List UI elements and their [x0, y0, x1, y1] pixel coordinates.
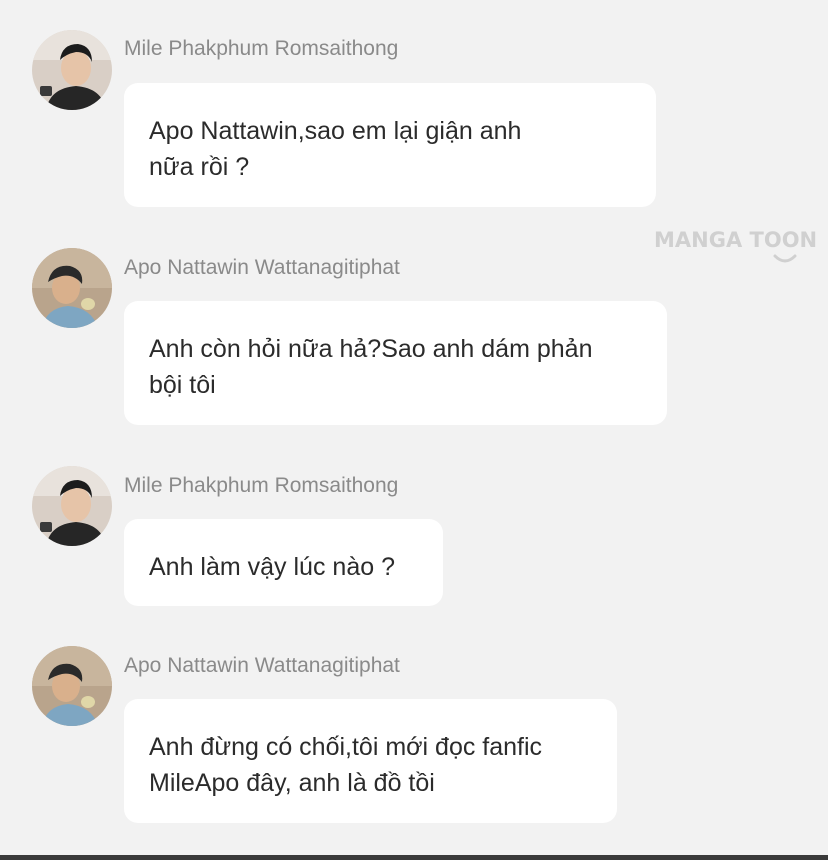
- message-bubble[interactable]: Anh còn hỏi nữa hả?Sao anh dám phản bội …: [124, 301, 667, 425]
- mangatoon-watermark: MANGA TOON: [654, 228, 818, 252]
- chat-thread: Mile Phakphum Romsaithong Apo Nattawin,s…: [0, 0, 828, 860]
- message-text-line: bội tôi: [149, 371, 216, 399]
- message-bubble[interactable]: Anh làm vậy lúc nào ?: [124, 519, 443, 606]
- sender-name: Mile Phakphum Romsaithong: [124, 37, 399, 60]
- message-text-line: Anh làm vậy lúc nào ?: [149, 553, 395, 581]
- message-text-line: Apo Nattawin,sao em lại giận anh: [149, 117, 522, 145]
- bottom-edge: [0, 855, 828, 860]
- avatar-apo[interactable]: [32, 248, 112, 328]
- message-bubble[interactable]: Anh đừng có chối,tôi mới đọc fanfic Mile…: [124, 699, 617, 823]
- message-text-line: nữa rồi ?: [149, 153, 250, 181]
- message-text-line: Anh còn hỏi nữa hả?Sao anh dám phản: [149, 335, 593, 363]
- message-text-line: MileApo đây, anh là đồ tồi: [149, 769, 435, 797]
- avatar-apo[interactable]: [32, 646, 112, 726]
- sender-name: Apo Nattawin Wattanagitiphat: [124, 256, 400, 279]
- message-bubble[interactable]: Apo Nattawin,sao em lại giận anh nữa rồi…: [124, 83, 656, 207]
- avatar-mile[interactable]: [32, 466, 112, 546]
- sender-name: Mile Phakphum Romsaithong: [124, 474, 399, 497]
- avatar-mile[interactable]: [32, 30, 112, 110]
- sender-name: Apo Nattawin Wattanagitiphat: [124, 654, 400, 677]
- smile-icon: [773, 254, 797, 263]
- message-text-line: Anh đừng có chối,tôi mới đọc fanfic: [149, 733, 543, 761]
